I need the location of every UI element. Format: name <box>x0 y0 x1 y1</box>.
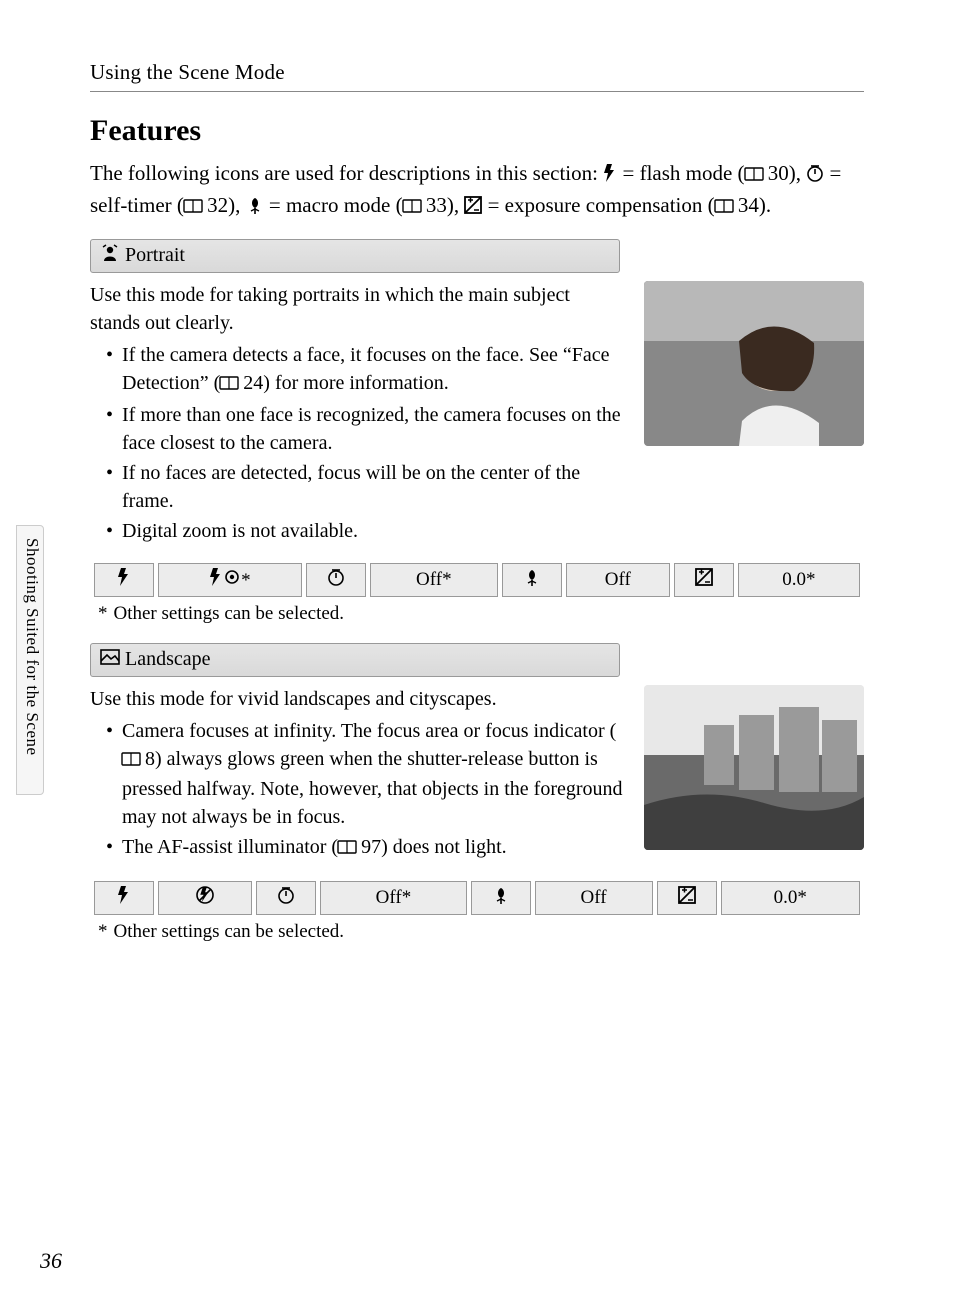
macro-value-cell: Off <box>566 563 670 597</box>
timer-value-cell: Off* <box>370 563 498 597</box>
timer-header-cell <box>256 881 316 915</box>
macro-header-cell <box>502 563 562 597</box>
side-tab-label: Shooting Suited for the Scene <box>20 530 44 764</box>
timer-value-cell: Off* <box>320 881 466 915</box>
portrait-content: Use this mode for taking portraits in wh… <box>90 281 864 547</box>
bullet-ref: 24) for more information. <box>238 372 449 394</box>
landscape-label: Landscape <box>125 648 211 671</box>
intro-ref1: 30), <box>763 161 807 185</box>
book-icon <box>715 192 733 222</box>
intro-pre: The following icons are used for descrip… <box>90 161 603 185</box>
intro-exp-eq: = exposure compensation ( <box>488 193 715 217</box>
exp-value-cell: 0.0* <box>721 881 860 915</box>
landscape-content: Use this mode for vivid landscapes and c… <box>90 685 864 865</box>
footnote-text: Other settings can be selected. <box>114 603 345 624</box>
bullet-ref: 97) does not light. <box>356 836 507 858</box>
flash-icon <box>603 160 617 190</box>
landscape-footnote: *Other settings can be selected. <box>90 921 864 943</box>
flash-value-cell: * <box>158 563 302 597</box>
portrait-bullet-1: If the camera detects a face, it focuses… <box>108 341 624 399</box>
landscape-lead: Use this mode for vivid landscapes and c… <box>90 685 624 713</box>
portrait-mode-icon <box>101 244 119 268</box>
landscape-mode-icon <box>101 648 119 672</box>
intro-macro-eq: = macro mode ( <box>269 193 403 217</box>
flash-header-cell <box>94 563 154 597</box>
page-title: Features <box>90 114 864 148</box>
portrait-bullet-4: Digital zoom is not available. <box>108 517 624 545</box>
page-number: 36 <box>40 1248 62 1274</box>
portrait-lead: Use this mode for taking portraits in wh… <box>90 281 624 337</box>
bullet-ref: 8) always glows green when the shutter-r… <box>122 748 623 828</box>
portrait-settings-table: * Off* Off 0.0* <box>90 563 864 597</box>
timer-header-cell <box>306 563 366 597</box>
intro-ref2: 32), <box>202 193 246 217</box>
portrait-section-bar: Portrait <box>90 239 620 273</box>
portrait-bullet-3: If no faces are detected, focus will be … <box>108 459 624 515</box>
exp-header-cell <box>657 881 717 915</box>
flash-value: * <box>241 570 251 591</box>
landscape-bullet-1: Camera focuses at infinity. The focus ar… <box>108 717 624 831</box>
intro-paragraph: The following icons are used for descrip… <box>90 158 864 223</box>
intro-ref4: 34). <box>733 193 772 217</box>
landscape-settings-table: Off* Off 0.0* <box>90 881 864 915</box>
flash-off-icon <box>196 886 214 904</box>
book-icon <box>220 371 238 399</box>
breadcrumb-header: Using the Scene Mode <box>90 60 864 85</box>
book-icon <box>184 192 202 222</box>
flash-header-cell <box>94 881 154 915</box>
bullet-text: Camera focuses at infinity. The focus ar… <box>122 720 616 742</box>
portrait-bullet-2: If more than one face is recognized, the… <box>108 401 624 457</box>
flash-icon <box>209 568 223 586</box>
macro-value-cell: Off <box>535 881 653 915</box>
intro-flash-eq: = flash mode ( <box>622 161 744 185</box>
book-icon <box>403 192 421 222</box>
intro-ref3: 33), <box>421 193 465 217</box>
book-icon <box>122 747 140 775</box>
redeye-icon <box>223 568 241 586</box>
footnote-text: Other settings can be selected. <box>114 921 345 942</box>
book-icon <box>338 835 356 863</box>
portrait-footnote: *Other settings can be selected. <box>90 603 864 625</box>
bullet-text: The AF-assist illuminator ( <box>122 836 338 858</box>
portrait-label: Portrait <box>125 244 185 267</box>
landscape-bullet-2: The AF-assist illuminator ( 97) does not… <box>108 833 624 863</box>
macro-header-cell <box>471 881 531 915</box>
exp-value-cell: 0.0* <box>738 563 860 597</box>
header-rule <box>90 91 864 92</box>
landscape-sample-image <box>644 685 864 850</box>
portrait-sample-image <box>644 281 864 446</box>
exp-header-cell <box>674 563 734 597</box>
exposure-icon <box>464 192 482 222</box>
macro-icon <box>246 192 264 222</box>
flash-value-cell <box>158 881 252 915</box>
landscape-section-bar: Landscape <box>90 643 620 677</box>
self-timer-icon <box>806 160 824 190</box>
book-icon <box>745 160 763 190</box>
